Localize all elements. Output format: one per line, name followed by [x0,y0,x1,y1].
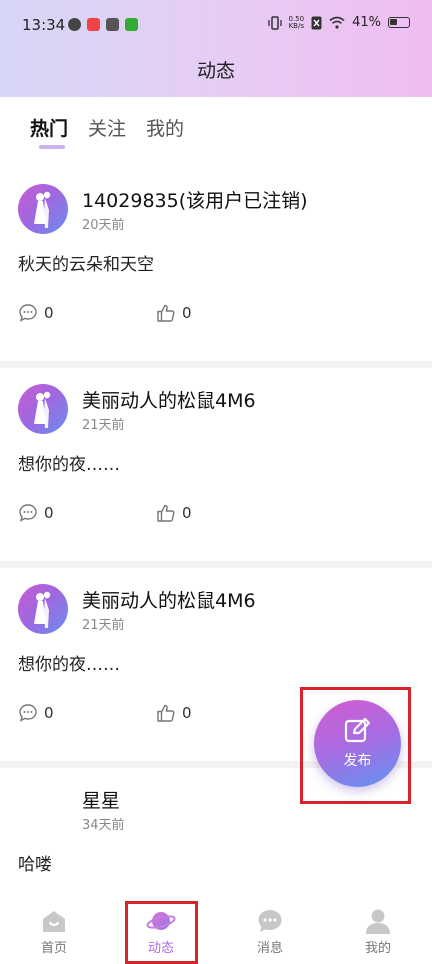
chat-icon [258,910,282,932]
tab-mine[interactable]: 我的 [146,114,184,141]
battery-icon [388,17,410,28]
avatar[interactable] [18,784,68,834]
comment-count: 0 [44,504,54,522]
comment-button[interactable]: 0 [18,303,54,323]
avatar[interactable] [18,184,68,234]
vibrate-icon [267,15,282,30]
nav-item-me[interactable]: 我的 [348,908,408,956]
like-button[interactable]: 0 [156,503,192,523]
net-speed-unit: KB/s [288,21,304,30]
comment-icon [19,504,37,522]
post-username[interactable]: 美丽动人的松鼠4M6 [82,586,256,613]
post-content[interactable]: 想你的夜…… [18,650,120,675]
comment-count: 0 [44,704,54,722]
net-speed: 0.50 KB/s [288,15,305,30]
post-feed[interactable]: 14029835(该用户已注销) 20天前 秋天的云朵和天空 0 0 美丽动人的… [0,168,432,964]
tab-following[interactable]: 关注 [88,114,126,141]
status-time: 13:34 [22,16,66,34]
post-content[interactable]: 秋天的云朵和天空 [18,250,154,275]
highlight-frame-nav [125,901,198,964]
tab-hot[interactable]: 热门 [30,114,69,149]
page-title: 动态 [196,60,235,82]
like-count: 0 [182,704,192,722]
sim-icon [311,16,322,29]
post-time: 21天前 [82,618,125,633]
post-time: 34天前 [82,818,125,833]
like-button[interactable]: 0 [156,303,192,323]
post-content[interactable]: 想你的夜…… [18,450,120,475]
status-right: 0.50 KB/s 41% [267,15,410,30]
post-time: 21天前 [82,418,125,433]
thumbs-up-icon [157,704,175,722]
nav-item-messages[interactable]: 消息 [240,908,300,956]
active-tab-indicator [39,145,65,149]
battery-percent: 41% [352,15,381,30]
notification-icons [68,18,138,31]
bottom-nav: 首页 动态 消息 我的 [0,900,432,964]
weibo-notification-icon [87,18,100,31]
publish-button-label: 发布 [343,753,372,769]
nav-label-me: 我的 [364,941,391,956]
nav-label-home: 首页 [40,941,67,956]
wechat-notification-icon [125,18,138,31]
nav-label-messages: 消息 [256,941,283,956]
post-username[interactable]: 14029835(该用户已注销) [82,186,308,213]
person-icon [366,909,390,934]
like-button[interactable]: 0 [156,703,192,723]
avatar[interactable] [18,384,68,434]
post-card[interactable]: 美丽动人的松鼠4M6 21天前 想你的夜…… 0 0 [0,368,432,568]
nav-item-home[interactable]: 首页 [24,908,84,956]
post-time: 20天前 [82,218,125,233]
like-count: 0 [182,504,192,522]
like-count: 0 [182,304,192,322]
publish-button[interactable]: 发布 [314,700,401,787]
post-content[interactable]: 哈喽 [18,850,52,875]
comment-button[interactable]: 0 [18,503,54,523]
comment-icon [19,704,37,722]
wifi-icon [329,16,345,29]
post-username[interactable]: 美丽动人的松鼠4M6 [82,386,256,413]
post-card[interactable]: 14029835(该用户已注销) 20天前 秋天的云朵和天空 0 0 [0,168,432,368]
app-header: 13:34 0.50 KB/s 41% 动态 [0,0,432,97]
comment-icon [19,304,37,322]
comment-count: 0 [44,304,54,322]
post-username[interactable]: 星星 [82,786,120,813]
feed-tabs: 热门 关注 我的 [30,114,184,149]
thumbs-up-icon [157,504,175,522]
comment-button[interactable]: 0 [18,703,54,723]
home-icon [43,911,65,932]
tab-following-label: 关注 [88,118,127,140]
photo-notification-icon [106,18,119,31]
status-bar: 13:34 0.50 KB/s 41% [0,0,432,52]
edit-icon [344,717,371,743]
tab-mine-label: 我的 [146,118,185,140]
thumbs-up-icon [157,304,175,322]
tab-hot-label: 热门 [30,118,69,140]
couple-silhouette-icon [34,591,51,628]
couple-silhouette-icon [34,191,51,228]
app-notification-icon [68,18,81,31]
couple-silhouette-icon [34,391,51,428]
avatar[interactable] [18,584,68,634]
